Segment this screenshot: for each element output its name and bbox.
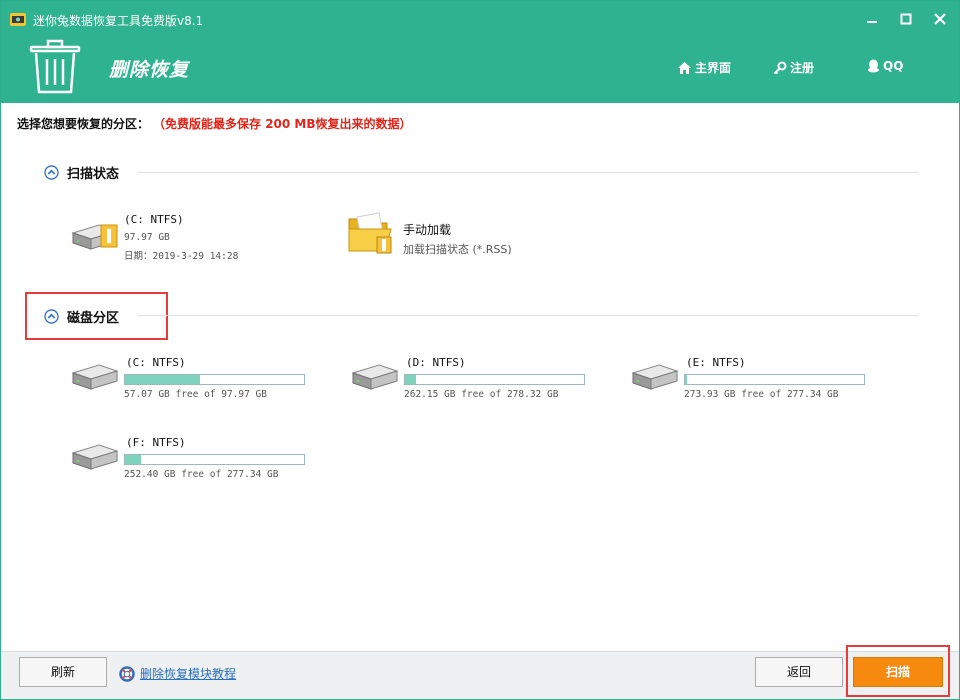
partition-free-text: 57.07 GB free of 97.97 GB	[124, 389, 267, 400]
partition-prompt: 选择您想要恢复的分区： （免费版能最多保存 200 MB恢复出来的数据）	[17, 115, 412, 132]
partition-name: (E: NTFS)	[686, 356, 746, 369]
section-divider	[138, 315, 918, 316]
minimize-icon	[867, 21, 877, 23]
hard-drive-icon	[71, 364, 119, 390]
usage-bar-fill	[125, 375, 201, 384]
close-icon	[934, 13, 946, 25]
usage-bar-fill	[685, 375, 688, 384]
partition-name: (C: NTFS)	[126, 356, 186, 369]
minimize-button[interactable]	[864, 11, 880, 27]
partition-e[interactable]: (E: NTFS) 273.93 GB free of 277.34 GB	[629, 355, 869, 405]
header: 迷你兔数据恢复工具免费版v8.1 删除恢复 主界面 注册 QQ	[1, 1, 959, 103]
free-limit-note: （免费版能最多保存 200 MB恢复出来的数据）	[159, 117, 412, 131]
nav-home-label: 主界面	[695, 61, 732, 75]
usage-bar-fill	[405, 375, 416, 384]
hard-drive-icon	[71, 444, 119, 470]
chevron-up-circle-icon	[44, 309, 59, 324]
usage-bar	[124, 454, 305, 465]
manual-load-desc: 加载扫描状态 (*.RSS)	[403, 243, 512, 256]
partition-name: (D: NTFS)	[406, 356, 466, 369]
saved-scan-date: 日期：2019-3-29 14:28	[124, 251, 239, 262]
hard-drive-icon	[351, 364, 399, 390]
disk-partitions-title: 磁盘分区	[67, 311, 120, 326]
trash-can-icon	[29, 39, 81, 94]
tutorial-link[interactable]: 删除恢复模块教程	[119, 665, 236, 682]
saved-scan-c[interactable]: (C: NTFS) 97.97 GB 日期：2019-3-29 14:28	[69, 211, 299, 267]
disk-partitions-header[interactable]: 磁盘分区	[44, 307, 119, 326]
partition-free-text: 273.93 GB free of 277.34 GB	[684, 389, 839, 400]
scan-button[interactable]: 扫描	[853, 657, 943, 687]
window-title: 迷你兔数据恢复工具免费版v8.1	[33, 14, 204, 28]
usage-bar	[404, 374, 585, 385]
app-window: 迷你兔数据恢复工具免费版v8.1 删除恢复 主界面 注册 QQ 选择您想要恢复的…	[0, 0, 960, 700]
partition-free-text: 252.40 GB free of 277.34 GB	[124, 469, 279, 480]
nav-qq-label: QQ	[883, 59, 904, 73]
qq-penguin-icon	[868, 59, 879, 73]
usage-bar	[684, 374, 865, 385]
scan-status-title: 扫描状态	[67, 167, 120, 182]
partition-d[interactable]: (D: NTFS) 262.15 GB free of 278.32 GB	[349, 355, 589, 405]
page-title: 删除恢复	[109, 59, 190, 81]
section-divider	[138, 172, 918, 173]
back-button[interactable]: 返回	[755, 657, 843, 687]
usage-bar-fill	[125, 455, 142, 464]
partition-c[interactable]: (C: NTFS) 57.07 GB free of 97.97 GB	[69, 355, 309, 405]
lifebuoy-icon	[119, 665, 135, 682]
tutorial-label: 删除恢复模块教程	[140, 667, 237, 681]
home-icon	[678, 61, 691, 74]
app-logo-icon	[10, 13, 26, 26]
partition-free-text: 262.15 GB free of 278.32 GB	[404, 389, 559, 400]
close-button[interactable]	[932, 11, 948, 27]
prompt-label: 选择您想要恢复的分区：	[17, 117, 150, 131]
refresh-button[interactable]: 刷新	[19, 657, 107, 687]
nav-register-link[interactable]: 注册	[773, 59, 814, 76]
saved-scan-name: (C: NTFS)	[124, 213, 184, 226]
nav-qq-link[interactable]: QQ	[867, 59, 903, 73]
manual-load-title: 手动加载	[403, 223, 452, 237]
maximize-icon	[900, 13, 912, 25]
folder-icon	[348, 212, 392, 254]
key-icon	[773, 61, 787, 74]
manual-load-item[interactable]: 手动加载 加载扫描状态 (*.RSS)	[347, 211, 567, 267]
hard-drive-icon	[631, 364, 679, 390]
title-bar: 迷你兔数据恢复工具免费版v8.1	[1, 1, 959, 37]
maximize-button[interactable]	[898, 11, 914, 27]
chevron-up-circle-icon	[44, 165, 59, 180]
nav-register-label: 注册	[790, 61, 815, 75]
saved-scan-size: 97.97 GB	[124, 232, 170, 243]
scan-status-header[interactable]: 扫描状态	[44, 163, 119, 182]
nav-home-link[interactable]: 主界面	[677, 59, 731, 76]
lock-file-icon	[100, 224, 118, 248]
usage-bar	[124, 374, 305, 385]
partition-f[interactable]: (F: NTFS) 252.40 GB free of 277.34 GB	[69, 435, 309, 485]
partition-name: (F: NTFS)	[126, 436, 186, 449]
